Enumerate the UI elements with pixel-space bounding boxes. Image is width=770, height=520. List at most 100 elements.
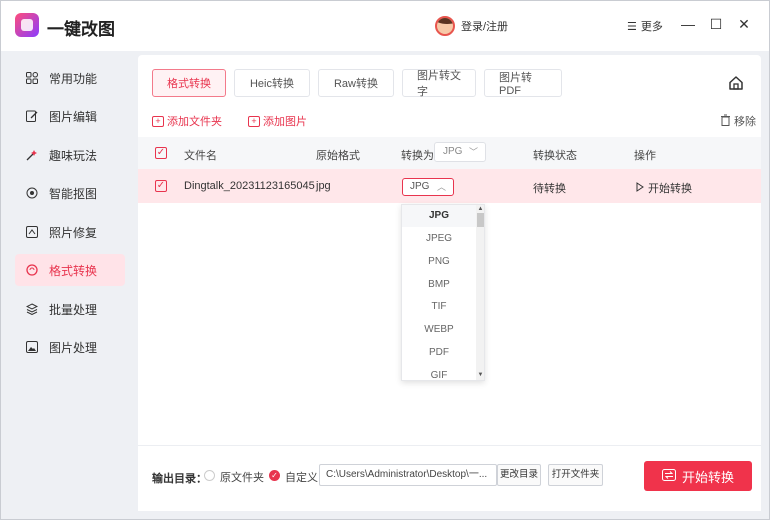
bulk-format-value: JPG <box>443 146 463 157</box>
radio-custom[interactable]: ✓ <box>269 470 280 481</box>
home-icon[interactable] <box>728 75 744 91</box>
open-folder-button[interactable]: 打开文件夹 <box>548 464 603 486</box>
target-icon <box>25 186 39 200</box>
format-option-bmp[interactable]: BMP <box>402 274 476 296</box>
sidebar-item-label: 常用功能 <box>49 71 98 86</box>
row-orig-format: jpg <box>316 180 331 192</box>
sidebar-item-label: 照片修复 <box>49 225 98 240</box>
format-option-gif[interactable]: GIF <box>402 365 476 380</box>
app-window: 一键改图 登录/注册 ☰ 更多 — ☐ ✕ 常用功能 图片编辑 趣味玩法 智能抠… <box>0 0 770 520</box>
remove-button[interactable]: 移除 <box>720 113 756 129</box>
repair-icon <box>25 225 39 239</box>
image-icon <box>25 340 39 354</box>
format-dropdown-list: JPG JPEG PNG BMP TIF WEBP PDF GIF ▲ ▼ <box>401 204 485 381</box>
grid-icon <box>25 71 39 85</box>
login-button[interactable]: 登录/注册 <box>435 16 508 36</box>
tab-heic-convert[interactable]: Heic转换 <box>234 69 310 97</box>
sidebar-item-label: 趣味玩法 <box>49 148 98 163</box>
row-filename: Dingtalk_20231123165045 <box>184 180 315 192</box>
row-format-select[interactable]: JPG ︿ <box>402 178 454 196</box>
output-footer: 输出目录： 原文件夹 ✓ 自定义 C:\Users\Administrator\… <box>138 445 761 511</box>
scroll-down-icon[interactable]: ▼ <box>477 372 484 379</box>
sidebar-item-label: 智能抠图 <box>49 186 98 201</box>
sidebar-item-edit[interactable]: 图片编辑 <box>15 100 125 132</box>
sidebar: 常用功能 图片编辑 趣味玩法 智能抠图 照片修复 格式转换 批量处理 图片处理 <box>9 56 129 511</box>
edit-icon <box>25 109 39 123</box>
tab-bar: 格式转换 Heic转换 Raw转换 图片转文字 图片转PDF <box>152 69 562 98</box>
avatar <box>435 16 455 36</box>
row-status: 待转换 <box>533 183 566 195</box>
tab-image-to-text[interactable]: 图片转文字 <box>402 69 476 98</box>
row-format-value: JPG <box>410 181 430 192</box>
format-option-jpg[interactable]: JPG <box>402 205 476 227</box>
header-convert-to: 转换为 <box>401 150 434 162</box>
add-folder-button[interactable]: + 添加文件夹 <box>152 113 222 129</box>
sidebar-item-label: 格式转换 <box>49 263 98 278</box>
dropdown-scrollbar[interactable]: ▲ ▼ <box>476 205 484 380</box>
add-folder-icon: + <box>152 115 164 127</box>
sidebar-item-repair[interactable]: 照片修复 <box>15 216 125 248</box>
menu-icon: ☰ <box>627 20 637 33</box>
format-option-tif[interactable]: TIF <box>402 296 476 318</box>
table-header: ✓ 文件名 原始格式 转换为 JPG ﹀ 转换状态 操作 <box>138 137 761 169</box>
maximize-button[interactable]: ☐ <box>707 15 725 33</box>
row-start-convert-button[interactable]: 开始转换 <box>636 180 692 196</box>
sidebar-item-label: 图片编辑 <box>49 109 98 124</box>
play-icon <box>636 181 644 195</box>
sidebar-item-label: 批量处理 <box>49 302 98 317</box>
add-image-button[interactable]: + 添加图片 <box>248 113 307 129</box>
format-option-jpeg[interactable]: JPEG <box>402 228 476 250</box>
login-label: 登录/注册 <box>461 21 509 33</box>
format-option-webp[interactable]: WEBP <box>402 319 476 341</box>
sidebar-item-batch[interactable]: 批量处理 <box>15 293 125 325</box>
tab-raw-convert[interactable]: Raw转换 <box>318 69 394 97</box>
change-dir-button[interactable]: 更改目录 <box>497 464 541 486</box>
magic-icon <box>25 148 39 162</box>
scroll-up-icon[interactable]: ▲ <box>477 206 484 213</box>
sidebar-item-image-process[interactable]: 图片处理 <box>15 331 125 363</box>
format-option-pdf[interactable]: PDF <box>402 342 476 364</box>
output-path-input[interactable]: C:\Users\Administrator\Desktop\一... <box>319 464 497 486</box>
minimize-button[interactable]: — <box>679 15 697 33</box>
row-action-label: 开始转换 <box>648 183 692 195</box>
output-dir-label: 输出目录： <box>152 473 207 485</box>
add-image-label: 添加图片 <box>263 116 307 128</box>
select-all-checkbox[interactable]: ✓ <box>155 147 167 159</box>
title-bar: 一键改图 登录/注册 ☰ 更多 — ☐ ✕ <box>1 1 769 51</box>
header-orig-format: 原始格式 <box>316 150 360 162</box>
sidebar-item-format-convert[interactable]: 格式转换 <box>15 254 125 286</box>
scroll-thumb[interactable] <box>477 213 484 227</box>
add-folder-label: 添加文件夹 <box>167 116 222 128</box>
more-label: 更多 <box>640 21 663 33</box>
radio-original-folder[interactable] <box>204 470 215 481</box>
convert-icon <box>25 263 39 277</box>
tab-format-convert[interactable]: 格式转换 <box>152 69 226 97</box>
chevron-up-icon: ︿ <box>436 182 446 192</box>
convert-arrows-icon <box>661 468 676 484</box>
remove-label: 移除 <box>734 116 756 128</box>
header-action: 操作 <box>634 150 656 162</box>
add-image-icon: + <box>248 115 260 127</box>
tab-image-to-pdf[interactable]: 图片转PDF <box>484 69 562 97</box>
sidebar-item-label: 图片处理 <box>49 340 98 355</box>
sidebar-item-common[interactable]: 常用功能 <box>15 62 125 94</box>
start-convert-button[interactable]: 开始转换 <box>644 461 752 491</box>
header-filename: 文件名 <box>184 150 217 162</box>
sidebar-item-cutout[interactable]: 智能抠图 <box>15 177 125 209</box>
radio-custom-label[interactable]: 自定义 <box>285 469 318 485</box>
radio-original-label[interactable]: 原文件夹 <box>220 469 264 485</box>
trash-icon <box>720 114 731 129</box>
header-status: 转换状态 <box>533 150 577 162</box>
app-title: 一键改图 <box>47 20 115 39</box>
table-row[interactable]: ✓ Dingtalk_20231123165045 jpg JPG ︿ 待转换 … <box>138 169 761 203</box>
sidebar-item-fun[interactable]: 趣味玩法 <box>15 139 125 171</box>
format-option-png[interactable]: PNG <box>402 251 476 273</box>
app-logo-icon <box>15 13 39 37</box>
start-convert-label: 开始转换 <box>681 469 734 485</box>
bulk-format-select[interactable]: JPG ﹀ <box>434 142 486 162</box>
chevron-down-icon: ﹀ <box>468 147 478 157</box>
close-button[interactable]: ✕ <box>735 15 753 33</box>
row-checkbox[interactable]: ✓ <box>155 180 167 192</box>
layers-icon <box>25 302 39 316</box>
more-menu-button[interactable]: ☰ 更多 <box>627 18 663 34</box>
